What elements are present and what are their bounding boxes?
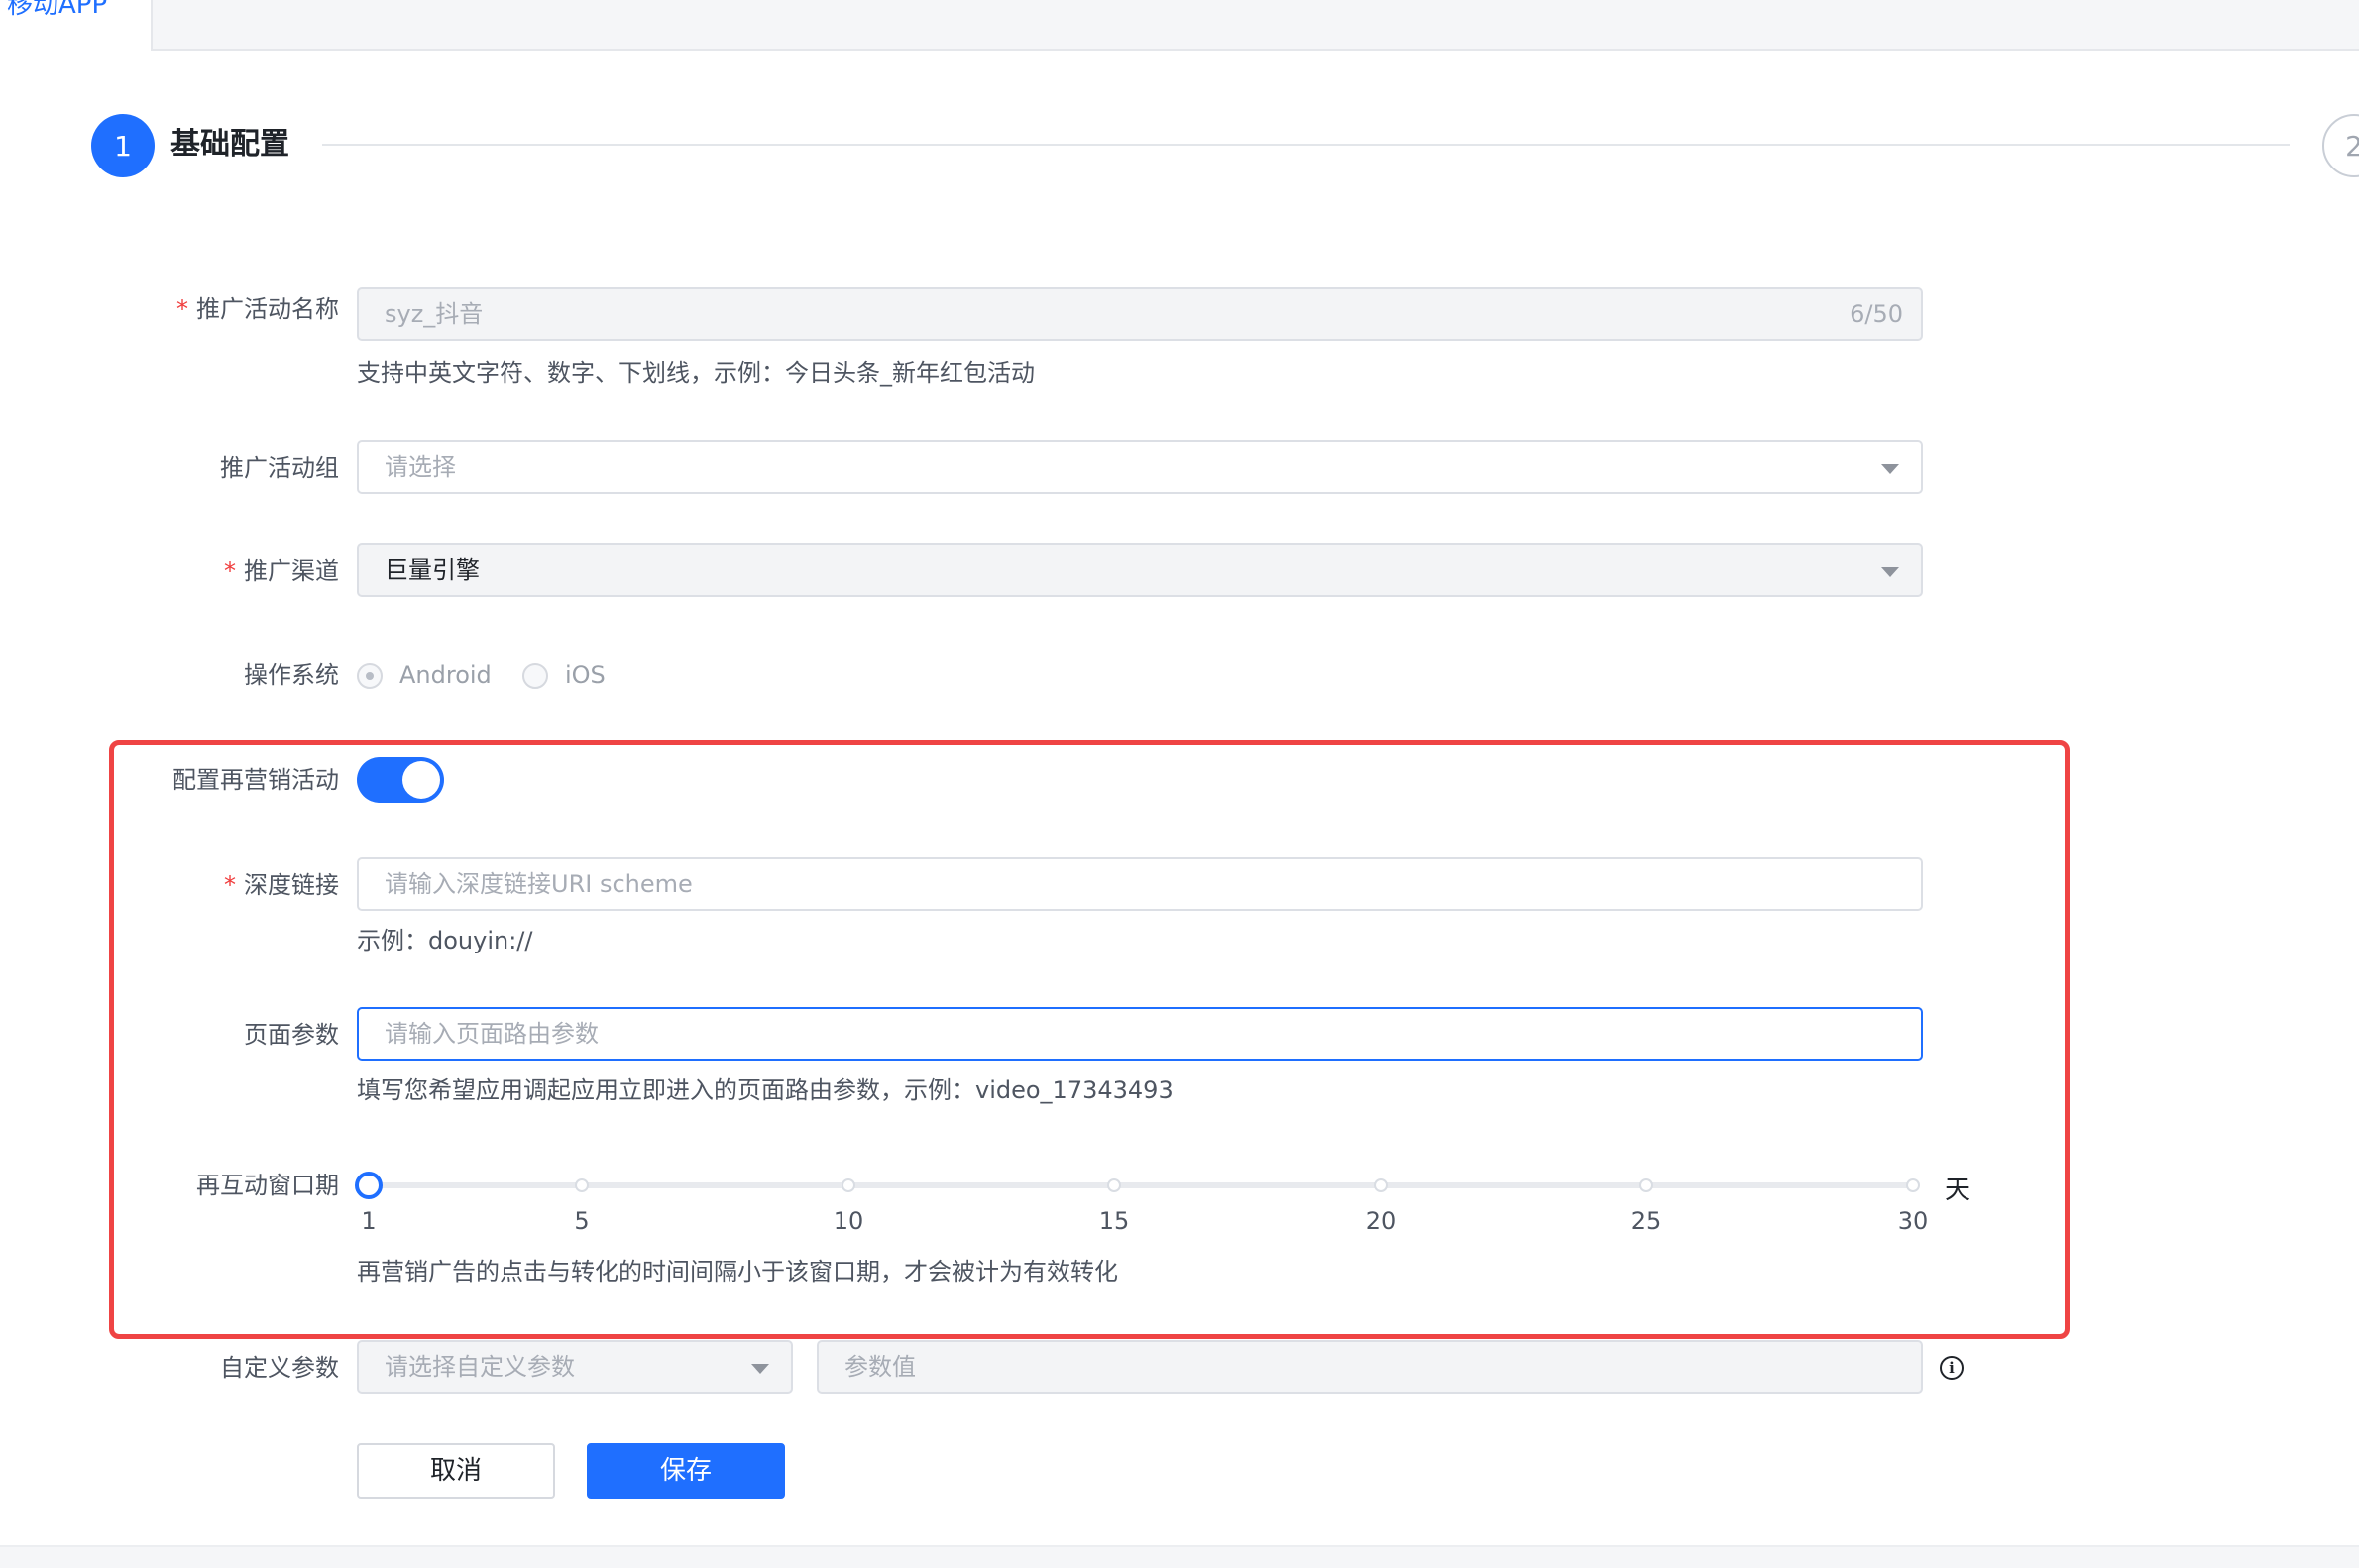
campaign-name-label: * 推广活动名称	[176, 295, 339, 323]
custom-param-select[interactable]: 请选择自定义参数	[357, 1340, 793, 1394]
retarget-toggle[interactable]	[357, 757, 444, 803]
tab-mobile-app[interactable]: 移动APP	[0, 0, 153, 51]
save-button[interactable]: 保存	[587, 1443, 785, 1499]
tick-label: 10	[833, 1207, 864, 1235]
slider-stop[interactable]	[1906, 1178, 1920, 1192]
radio-android[interactable]	[357, 663, 383, 689]
radio-ios[interactable]	[522, 663, 548, 689]
chevron-down-icon	[1881, 567, 1899, 577]
step-1-title: 基础配置	[170, 127, 289, 162]
window-slider-track[interactable]	[369, 1182, 1913, 1188]
page-params-input[interactable]: 请输入页面路由参数	[357, 1007, 1923, 1061]
chevron-down-icon	[751, 1364, 769, 1374]
tick-label: 5	[574, 1207, 590, 1235]
channel-select[interactable]: 巨量引擎	[357, 543, 1923, 597]
tab-label: 移动APP	[7, 0, 108, 20]
page-params-label: 页面参数	[244, 1021, 339, 1049]
window-slider-handle[interactable]	[355, 1172, 383, 1199]
page-params-hint: 填写您希望应用调起应用立即进入的页面路由参数，示例：video_17343493	[357, 1076, 1174, 1104]
param-value-input[interactable]: 参数值	[817, 1340, 1923, 1394]
info-icon[interactable]: i	[1940, 1356, 1964, 1380]
radio-android-label: Android	[399, 661, 492, 689]
window-hint: 再营销广告的点击与转化的时间间隔小于该窗口期，才会被计为有效转化	[357, 1258, 1118, 1286]
deep-link-input[interactable]: 请输入深度链接URI scheme	[357, 857, 1923, 911]
cancel-button[interactable]: 取消	[357, 1443, 555, 1499]
os-label: 操作系统	[244, 661, 339, 689]
channel-label: * 推广渠道	[224, 557, 339, 585]
tick-label: 30	[1897, 1207, 1929, 1235]
slider-stop[interactable]	[1374, 1178, 1388, 1192]
radio-ios-label: iOS	[565, 661, 606, 689]
slider-stop[interactable]	[1107, 1178, 1121, 1192]
char-counter: 6/50	[1850, 300, 1903, 328]
step-2-indicator: 2	[2322, 114, 2359, 177]
tick-label: 25	[1630, 1207, 1662, 1235]
campaign-group-select[interactable]: 请选择	[357, 440, 1923, 494]
top-tab-bar	[0, 0, 2359, 51]
chevron-down-icon	[1881, 464, 1899, 474]
window-label: 再互动窗口期	[196, 1172, 339, 1199]
tick-label: 1	[361, 1207, 377, 1235]
deep-link-label: * 深度链接	[224, 871, 339, 899]
custom-params-label: 自定义参数	[220, 1354, 339, 1382]
retarget-label: 配置再营销活动	[172, 766, 339, 794]
tick-label: 15	[1098, 1207, 1130, 1235]
slider-stop[interactable]	[575, 1178, 589, 1192]
campaign-name-hint: 支持中英文字符、数字、下划线，示例：今日头条_新年红包活动	[357, 359, 1035, 387]
slider-stop[interactable]	[842, 1178, 855, 1192]
deep-link-hint: 示例：douyin://	[357, 927, 533, 954]
tick-label: 20	[1365, 1207, 1397, 1235]
campaign-name-input[interactable]: syz_抖音 6/50	[357, 287, 1923, 341]
step-connector	[322, 144, 2290, 146]
toggle-knob	[402, 761, 440, 799]
campaign-group-label: 推广活动组	[220, 454, 339, 482]
step-1-indicator: 1	[91, 114, 155, 177]
bottom-bar	[0, 1545, 2359, 1568]
slider-stop[interactable]	[1639, 1178, 1653, 1192]
window-unit: 天	[1945, 1176, 1971, 1205]
